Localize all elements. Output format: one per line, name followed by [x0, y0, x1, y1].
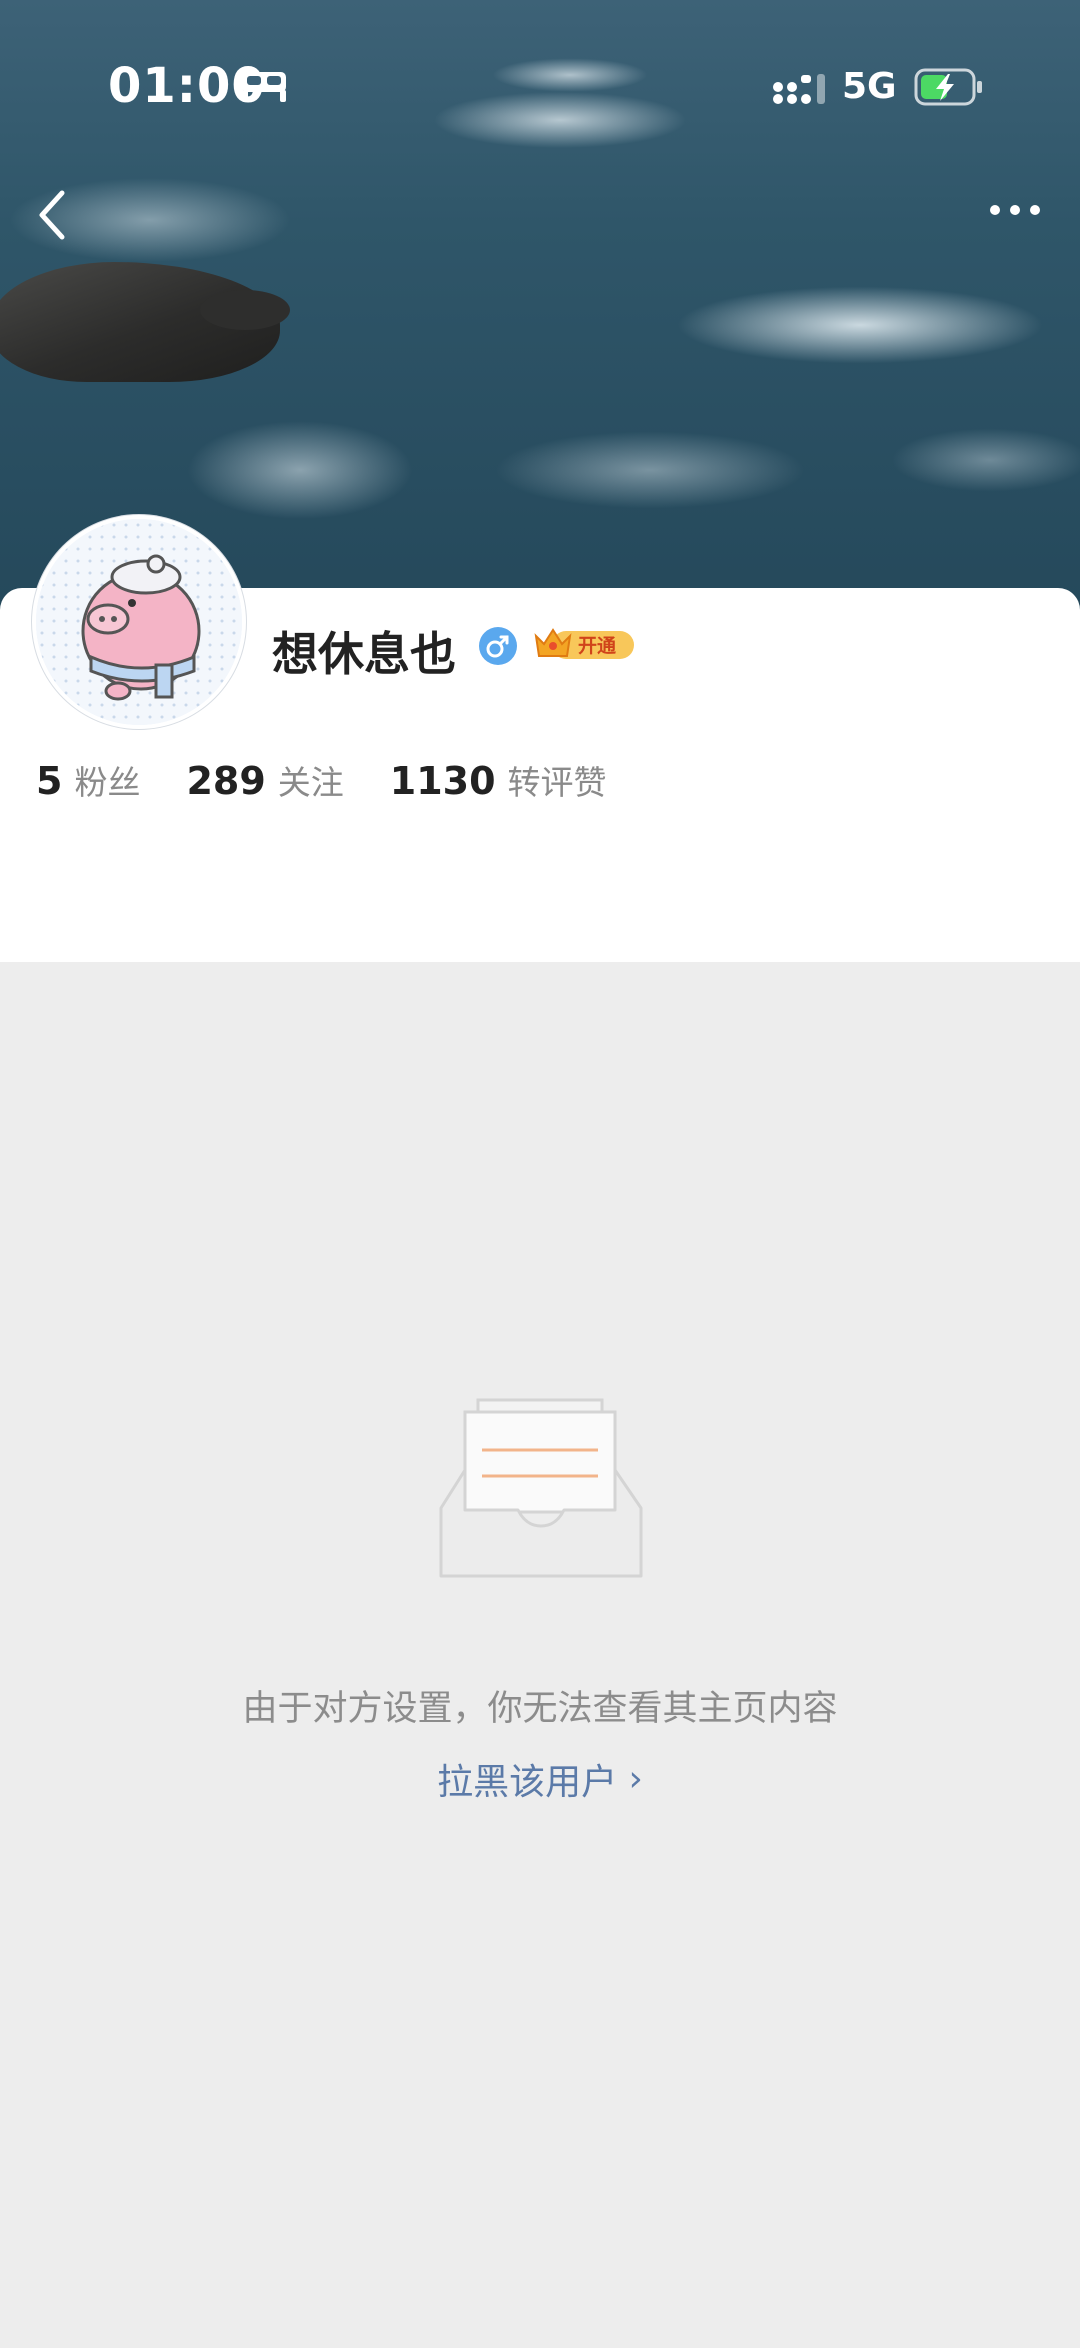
- battery-charging-icon: [914, 68, 982, 106]
- more-dots-icon[interactable]: [985, 195, 1045, 225]
- stat-label: 粉丝: [74, 763, 141, 802]
- block-user-label: 拉黑该用户: [437, 1762, 618, 1803]
- stat-value: 289: [186, 759, 266, 803]
- pig-avatar-icon: [36, 519, 242, 725]
- male-icon: [479, 627, 517, 665]
- network-type: 5G: [842, 66, 897, 107]
- stat-following[interactable]: 289 关注: [186, 756, 343, 804]
- status-bar: 01:00 5G: [0, 0, 1080, 240]
- stat-interactions[interactable]: 1130 转评赞: [390, 756, 607, 804]
- profile-name: 想休息也: [272, 627, 456, 681]
- rock-shape: [200, 290, 290, 330]
- vip-badge[interactable]: 开通: [534, 624, 636, 664]
- empty-state-message: 由于对方设置，你无法查看其主页内容: [242, 1689, 838, 1729]
- empty-inbox-icon: [439, 1398, 643, 1578]
- vip-label: 开通: [578, 635, 617, 657]
- signal-icon: [773, 74, 825, 104]
- back-arrow-icon[interactable]: [30, 185, 80, 245]
- bed-icon: [242, 72, 286, 102]
- stat-value: 5: [36, 759, 63, 803]
- stat-label: 转评赞: [507, 763, 607, 802]
- profile-stats: 5 粉丝 289 关注 1130 转评赞: [36, 756, 653, 804]
- block-user-link[interactable]: 拉黑该用户 ›: [0, 1753, 1080, 1805]
- stat-value: 1130: [389, 759, 496, 803]
- avatar[interactable]: [32, 515, 246, 729]
- stat-label: 关注: [277, 763, 344, 802]
- stat-followers[interactable]: 5 粉丝: [36, 756, 140, 804]
- chevron-right-icon: ›: [628, 1758, 643, 1800]
